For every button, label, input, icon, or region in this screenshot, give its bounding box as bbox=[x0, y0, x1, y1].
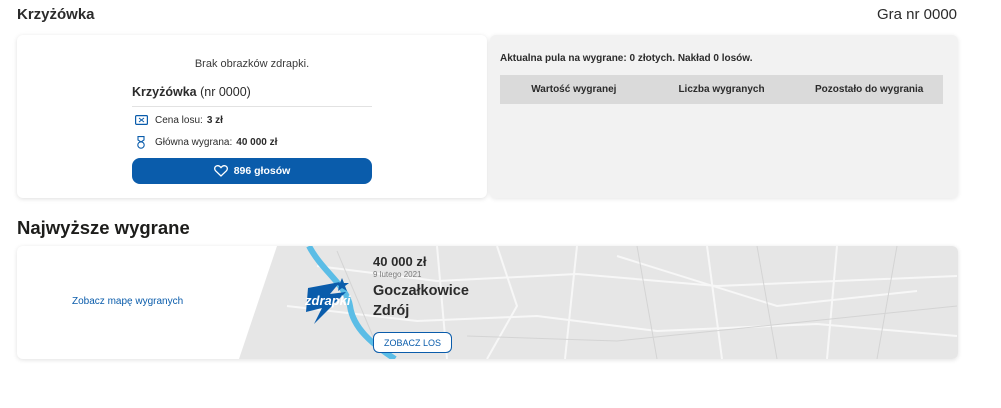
zdrapki-logo-icon: zdrapki bbox=[304, 278, 351, 324]
divider bbox=[132, 106, 372, 107]
win-date: 9 lutego 2021 bbox=[373, 270, 422, 279]
vote-count: 896 głosów bbox=[233, 165, 291, 177]
svg-text:zdrapki: zdrapki bbox=[304, 293, 351, 308]
price-label: Cena losu: bbox=[155, 114, 203, 126]
column-header-wins-count: Liczba wygranych bbox=[678, 84, 765, 95]
top-win-card: Zobacz mapę wygranych zdrapki 40 000 zł … bbox=[17, 246, 958, 359]
see-ticket-button[interactable]: ZOBACZ LOS bbox=[373, 332, 452, 353]
page-title: Krzyżówka bbox=[17, 6, 95, 23]
map-link[interactable]: Zobacz mapę wygranych bbox=[72, 296, 183, 307]
medal-icon bbox=[134, 135, 148, 149]
prize-row: Główna wygrana: 40 000 zł bbox=[134, 135, 277, 149]
prize-value: 40 000 zł bbox=[236, 136, 278, 148]
prize-label: Główna wygrana: bbox=[155, 136, 233, 148]
win-city: Goczałkowice Zdrój bbox=[373, 283, 469, 319]
column-header-prize-value: Wartość wygranej bbox=[531, 84, 617, 95]
game-number: Gra nr 0000 bbox=[876, 6, 957, 23]
ticket-name: Krzyżówka bbox=[132, 85, 197, 99]
prize-table-header: Wartość wygranej Liczba wygranych Pozost… bbox=[500, 75, 943, 104]
section-title-top-wins: Najwyższe wygrane bbox=[17, 217, 190, 238]
ticket-icon bbox=[134, 113, 148, 127]
heart-icon bbox=[213, 165, 228, 177]
no-images-text: Brak obrazków zdrapki. bbox=[194, 58, 310, 70]
prize-pool-card: Aktualna pula na wygrane: 0 złotych. Nak… bbox=[490, 35, 958, 198]
price-row: Cena losu: 3 zł bbox=[134, 113, 223, 127]
win-amount: 40 000 zł bbox=[373, 254, 427, 269]
vote-button[interactable]: 896 głosów bbox=[132, 158, 372, 184]
ticket-card: Brak obrazków zdrapki. Krzyżówka (nr 000… bbox=[17, 35, 487, 198]
ticket-title: Krzyżówka (nr 0000) bbox=[132, 85, 251, 99]
price-value: 3 zł bbox=[206, 114, 223, 126]
column-header-remaining: Pozostało do wygrania bbox=[815, 84, 924, 95]
pool-summary: Aktualna pula na wygrane: 0 złotych. Nak… bbox=[500, 53, 753, 64]
ticket-number: (nr 0000) bbox=[200, 85, 251, 99]
